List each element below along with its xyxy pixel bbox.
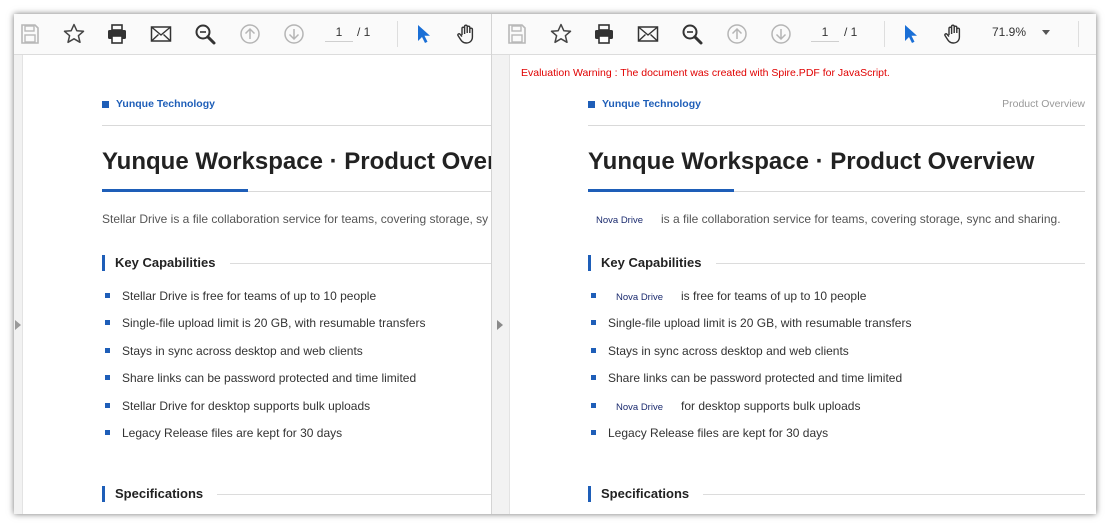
- title-rule: [102, 189, 491, 192]
- brand-square-icon: [102, 101, 109, 108]
- sidebar-toggle-arrow-icon[interactable]: [15, 320, 21, 330]
- page-down-icon[interactable]: [280, 20, 308, 48]
- doc-header: Yunque Technology Product Overview: [588, 96, 1085, 126]
- hand-pan-icon[interactable]: [453, 20, 481, 48]
- section-heading-capabilities: Key Capabilities: [102, 255, 491, 271]
- doc-header: Yunque Technology: [102, 96, 491, 126]
- doc-intro: Stellar Drive is a file collaboration se…: [102, 212, 489, 226]
- select-cursor-icon[interactable]: [409, 20, 437, 48]
- section-label: Specifications: [601, 486, 690, 501]
- brand-square-icon: [588, 101, 595, 108]
- page-number-input[interactable]: 1: [811, 23, 839, 42]
- left-sidebar-collapsed[interactable]: [14, 55, 23, 514]
- right-toolbar: 1 / 1 71.9%: [492, 14, 1096, 55]
- bookmark-star-icon[interactable]: [547, 20, 575, 48]
- page-up-icon[interactable]: [236, 20, 264, 48]
- zoom-level-select[interactable]: 71.9%: [992, 23, 1026, 41]
- email-icon[interactable]: [634, 20, 662, 48]
- page-total-label: / 1: [357, 25, 371, 39]
- section-heading-capabilities: Key Capabilities: [588, 255, 1085, 271]
- doc-intro: Nova Drive is a file collaboration servic…: [588, 212, 1061, 226]
- section-heading-specifications: Specifications: [588, 486, 1085, 502]
- zoom-dropdown-icon[interactable]: [1042, 30, 1050, 35]
- title-rule: [588, 189, 1085, 192]
- doc-title: Yunque Workspace · Product Overview: [588, 148, 1035, 175]
- page-number-input[interactable]: 1: [325, 23, 353, 42]
- section-heading-specifications: Specifications: [102, 486, 491, 502]
- header-section-label: Product Overview: [1002, 98, 1085, 110]
- dual-pdf-viewer-window: 1 / 1 Yunque Technology Yunque Workspace…: [14, 14, 1096, 514]
- right-viewer-pane: 1 / 1 71.9% Evaluation Warning : The doc…: [491, 14, 1096, 514]
- hand-pan-icon[interactable]: [940, 20, 968, 48]
- toolbar-separator: [1078, 21, 1079, 47]
- product-chip: Nova Drive: [596, 215, 643, 226]
- left-document-page: Yunque Technology Yunque Workspace · Pro…: [23, 55, 491, 514]
- print-icon[interactable]: [590, 20, 618, 48]
- toolbar-separator: [884, 21, 885, 47]
- brand-name: Yunque Technology: [116, 98, 215, 110]
- search-icon[interactable]: [191, 20, 219, 48]
- page-total-label: / 1: [844, 25, 858, 39]
- section-label: Key Capabilities: [601, 255, 702, 270]
- evaluation-warning: Evaluation Warning : The document was cr…: [521, 67, 890, 79]
- product-chip: Nova Drive: [616, 292, 663, 303]
- save-icon[interactable]: [16, 20, 44, 48]
- brand-name: Yunque Technology: [602, 98, 701, 110]
- bookmark-star-icon[interactable]: [60, 20, 88, 48]
- page-down-icon[interactable]: [767, 20, 795, 48]
- intro-text: is a file collaboration service for team…: [661, 212, 1061, 226]
- save-icon[interactable]: [503, 20, 531, 48]
- print-icon[interactable]: [103, 20, 131, 48]
- doc-title: Yunque Workspace · Product Overview: [102, 148, 491, 175]
- sidebar-toggle-arrow-icon[interactable]: [497, 320, 503, 330]
- right-sidebar-collapsed[interactable]: [492, 55, 510, 514]
- product-chip: Nova Drive: [616, 402, 663, 413]
- left-viewer-pane: 1 / 1 Yunque Technology Yunque Workspace…: [14, 14, 491, 514]
- left-toolbar: 1 / 1: [14, 14, 491, 55]
- search-icon[interactable]: [678, 20, 706, 48]
- section-label: Specifications: [115, 486, 204, 501]
- page-up-icon[interactable]: [723, 20, 751, 48]
- section-label: Key Capabilities: [115, 255, 216, 270]
- email-icon[interactable]: [147, 20, 175, 48]
- right-document-page: Evaluation Warning : The document was cr…: [510, 55, 1096, 514]
- toolbar-separator: [397, 21, 398, 47]
- select-cursor-icon[interactable]: [896, 20, 924, 48]
